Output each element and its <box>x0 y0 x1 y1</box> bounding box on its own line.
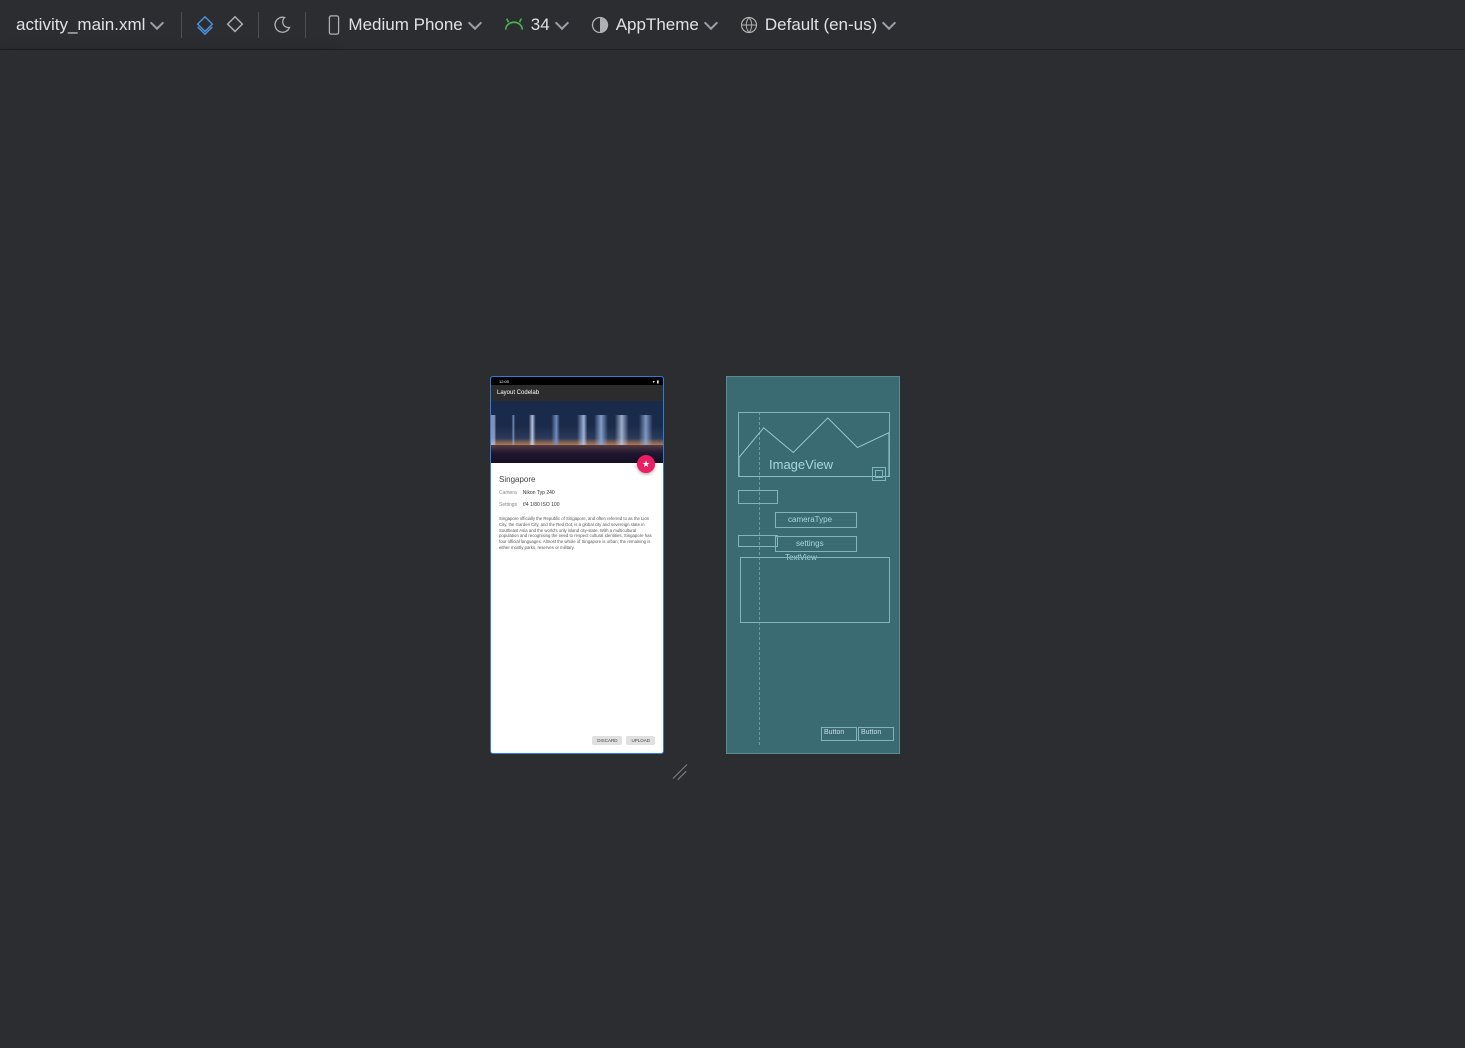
status-bar: 12:00 ▾ ▮ <box>491 377 663 385</box>
bp-fab[interactable] <box>872 467 886 481</box>
resize-handle[interactable] <box>668 757 692 781</box>
bp-button1-label: Button <box>824 729 844 736</box>
battery-icon: ▮ <box>657 379 659 384</box>
file-name-label: activity_main.xml <box>16 15 145 35</box>
bp-textview[interactable] <box>740 557 890 623</box>
camera-label: Camera <box>499 490 517 496</box>
upload-button[interactable]: UPLOAD <box>626 736 655 745</box>
status-time: 12:00 <box>499 379 509 384</box>
star-icon: ★ <box>642 459 650 470</box>
android-icon <box>503 17 525 33</box>
bp-settings-label: settings <box>796 539 824 548</box>
design-preview[interactable]: 12:00 ▾ ▮ Layout Codelab ★ Singapore Cam… <box>490 376 664 754</box>
locale-selector[interactable]: Default (en-us) <box>729 9 903 41</box>
theme-label: AppTheme <box>616 15 699 35</box>
content-title: Singapore <box>499 475 655 484</box>
chevron-down-icon <box>556 20 566 30</box>
bp-button2-label: Button <box>861 729 881 736</box>
divider <box>305 12 306 38</box>
divider <box>258 12 259 38</box>
content-area: Singapore Camera Nikon Typ 240 Settings … <box>491 463 663 559</box>
bp-camera-chip[interactable]: cameraType <box>775 512 857 528</box>
api-selector[interactable]: 34 <box>493 9 576 41</box>
globe-icon <box>739 15 759 35</box>
discard-button[interactable]: DISCARD <box>592 736 622 745</box>
camera-value: Nikon Typ 240 <box>523 490 555 496</box>
night-mode-icon[interactable] <box>269 12 295 38</box>
app-bar: Layout Codelab <box>491 385 663 401</box>
button-bar: DISCARD UPLOAD <box>592 736 655 745</box>
bp-settings-chip[interactable]: settings <box>775 536 857 552</box>
phone-icon <box>326 14 342 36</box>
api-label: 34 <box>531 15 550 35</box>
device-label: Medium Phone <box>348 15 462 35</box>
body-text: Singapore officially the Republic of Sin… <box>499 516 655 551</box>
orientation-icon[interactable] <box>222 12 248 38</box>
device-selector[interactable]: Medium Phone <box>316 8 488 42</box>
design-mode-icon[interactable] <box>192 12 218 38</box>
bp-title-chip[interactable] <box>738 490 778 504</box>
contrast-icon <box>590 15 610 35</box>
app-title: Layout Codelab <box>497 390 539 396</box>
chevron-down-icon <box>151 20 161 30</box>
chevron-down-icon <box>469 20 479 30</box>
wifi-icon: ▾ <box>653 379 655 384</box>
camera-row: Camera Nikon Typ 240 <box>499 490 655 496</box>
chevron-down-icon <box>883 20 893 30</box>
blueprint-preview[interactable]: ImageView cameraType settings TextView B… <box>726 376 900 754</box>
bp-imageview[interactable]: ImageView <box>738 412 890 477</box>
file-selector[interactable]: activity_main.xml <box>10 9 171 41</box>
settings-value: f/4 1/80 ISO 100 <box>523 502 559 508</box>
settings-row: Settings f/4 1/80 ISO 100 <box>499 502 655 508</box>
bp-imageview-label: ImageView <box>769 457 833 472</box>
settings-label: Settings <box>499 502 517 508</box>
bp-button-1[interactable]: Button <box>821 727 857 741</box>
chevron-down-icon <box>705 20 715 30</box>
fab-button[interactable]: ★ <box>637 455 655 473</box>
bp-button-2[interactable]: Button <box>858 727 894 741</box>
hero-image <box>491 401 663 463</box>
design-canvas[interactable]: 12:00 ▾ ▮ Layout Codelab ★ Singapore Cam… <box>0 50 1465 1048</box>
locale-label: Default (en-us) <box>765 15 877 35</box>
theme-selector[interactable]: AppTheme <box>580 9 725 41</box>
editor-toolbar: activity_main.xml Medium Phone 34 <box>0 0 1465 50</box>
bp-settings-label-chip[interactable] <box>738 535 778 547</box>
bp-camera-label: cameraType <box>788 515 832 524</box>
divider <box>181 12 182 38</box>
